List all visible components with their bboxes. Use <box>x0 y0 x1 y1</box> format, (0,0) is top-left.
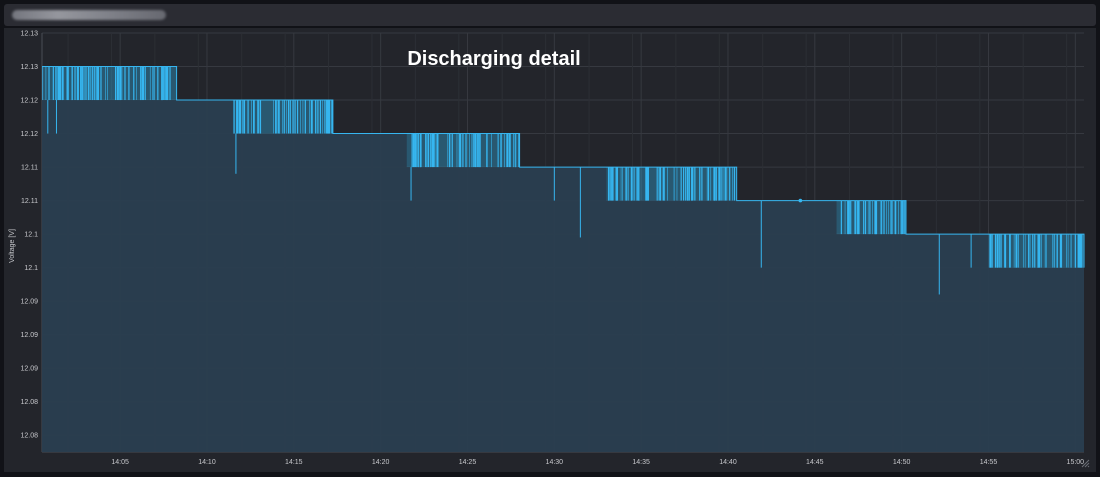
x-tick-label: 14:40 <box>719 459 737 466</box>
y-tick-label: 12.1 <box>24 232 38 239</box>
x-tick-label: 14:20 <box>372 459 390 466</box>
x-tick-label: 14:55 <box>980 459 998 466</box>
panel-header-bar <box>4 4 1096 26</box>
noise-fill <box>836 200 906 235</box>
noise-band <box>233 100 333 134</box>
y-tick-label: 12.1 <box>24 265 38 272</box>
x-tick-label: 14:05 <box>111 459 129 466</box>
resize-handle-icon[interactable] <box>1080 458 1090 468</box>
y-tick-label: 12.08 <box>20 399 38 406</box>
y-tick-label: 12.09 <box>20 366 38 373</box>
noise-band <box>406 133 520 168</box>
noise-fill <box>606 167 737 201</box>
noise-fill <box>988 234 1084 268</box>
x-tick-label: 14:50 <box>893 459 911 466</box>
y-tick-label: 12.09 <box>20 332 38 339</box>
x-tick-label: 14:10 <box>198 459 216 466</box>
y-tick-label: 12.12 <box>20 131 38 138</box>
x-tick-label: 14:25 <box>459 459 477 466</box>
noise-band <box>42 66 177 101</box>
x-tick-label: 14:35 <box>632 459 650 466</box>
y-tick-label: 12.08 <box>20 433 38 440</box>
y-tick-label: 12.13 <box>20 64 38 71</box>
area-layer <box>42 100 1084 452</box>
y-tick-labels: 12.08 12.08 12.09 12.09 12.09 12.1 12.1 12.11 12… <box>20 0 38 440</box>
y-axis-label: Voltage [V] <box>9 229 16 263</box>
dashboard-frame: 12.08 12.08 12.09 12.09 12.09 12.1 12.1 12.11 12… <box>0 0 1100 474</box>
y-tick-label: 12.13 <box>20 31 38 38</box>
noise-fill <box>42 66 177 101</box>
x-tick-label: 14:30 <box>546 459 564 466</box>
x-tick-labels: 14:05 14:10 14:15 14:20 14:25 14:30 14:35 14:40… <box>111 459 1084 466</box>
y-tick-label: 12.11 <box>21 198 38 205</box>
x-tick-label: 14:15 <box>285 459 303 466</box>
noise-fill <box>406 133 520 168</box>
y-tick-label: 12.11 <box>21 165 38 172</box>
noise-fill <box>233 100 333 134</box>
voltage-chart[interactable]: 12.08 12.08 12.09 12.09 12.09 12.1 12.1 12.11 12… <box>4 0 1096 472</box>
noise-band <box>988 234 1084 268</box>
x-tick-label: 14:45 <box>806 459 824 466</box>
y-tick-label: 12.12 <box>20 98 38 105</box>
noise-band <box>836 200 906 235</box>
noise-band <box>606 167 737 201</box>
data-point-marker <box>798 198 803 203</box>
y-tick-label: 12.09 <box>20 299 38 306</box>
blurred-panel-title <box>12 10 166 20</box>
chart-title: Discharging detail <box>407 48 580 70</box>
chart-panel: 12.08 12.08 12.09 12.09 12.09 12.1 12.1 12.11 12… <box>4 0 1096 472</box>
series-area <box>42 100 1084 452</box>
